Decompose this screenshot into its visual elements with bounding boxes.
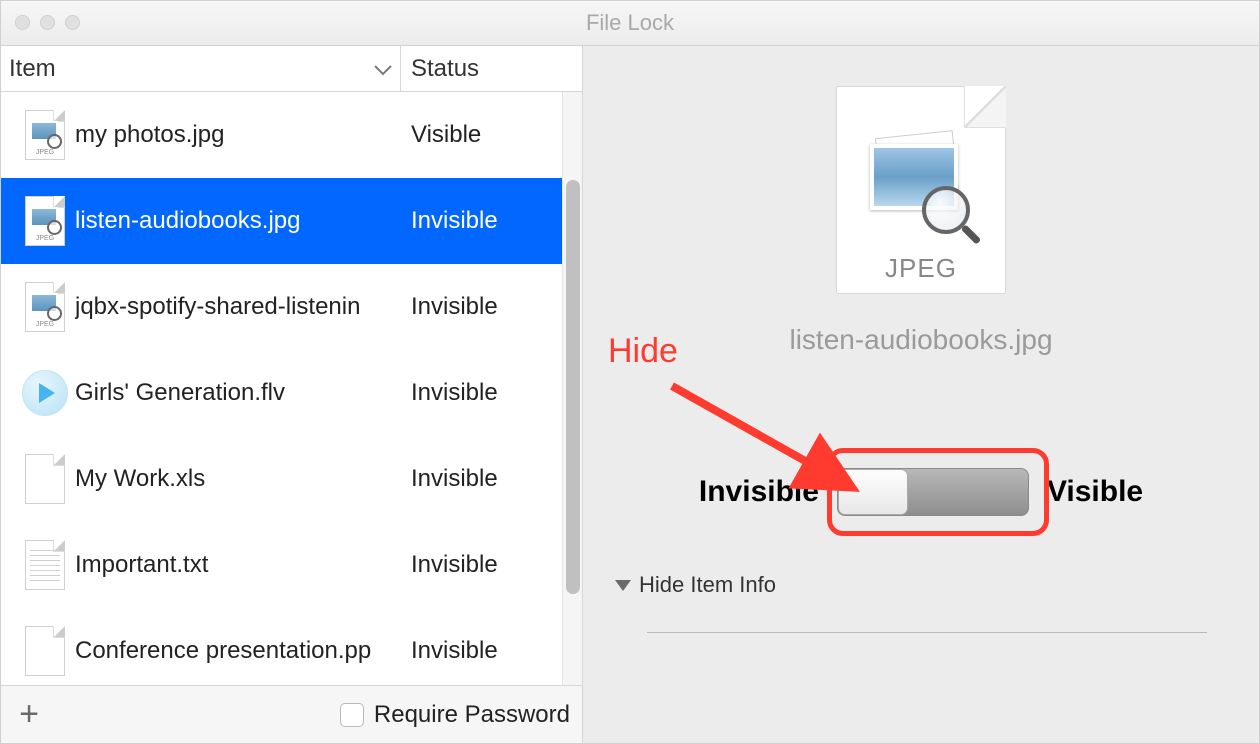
- file-status: Invisible: [399, 637, 582, 665]
- file-name: My Work.xls: [75, 465, 399, 493]
- hide-item-info-label: Hide Item Info: [639, 572, 776, 598]
- require-password-label: Require Password: [374, 701, 570, 729]
- visible-label: Visible: [1047, 475, 1143, 509]
- window-title: File Lock: [1, 10, 1259, 36]
- file-status: Visible: [399, 121, 582, 149]
- file-list-scroll: JPEG my photos.jpg Visible JPEG listen-a…: [1, 92, 582, 685]
- sort-chevron-icon: [374, 55, 392, 83]
- app-window: File Lock Item Status JPEG: [0, 0, 1260, 744]
- bottom-toolbar: + Require Password: [1, 685, 582, 743]
- txt-file-icon: [15, 540, 75, 590]
- file-name: my photos.jpg: [75, 121, 399, 149]
- zoom-window-button[interactable]: [65, 15, 80, 30]
- file-name: Important.txt: [75, 551, 399, 579]
- require-password-checkbox[interactable]: Require Password: [340, 701, 570, 729]
- flv-file-icon: [15, 370, 75, 416]
- file-status: Invisible: [399, 379, 582, 407]
- table-row[interactable]: My Work.xls Invisible: [1, 436, 582, 522]
- pp-file-icon: [15, 626, 75, 676]
- disclosure-triangle-icon: [615, 580, 631, 591]
- table-row[interactable]: JPEG listen-audiobooks.jpg Invisible: [1, 178, 582, 264]
- preview-filename: listen-audiobooks.jpg: [789, 324, 1052, 356]
- table-row[interactable]: Conference presentation.pp Invisible: [1, 608, 582, 685]
- invisible-label: Invisible: [699, 475, 819, 509]
- table-row[interactable]: JPEG my photos.jpg Visible: [1, 92, 582, 178]
- visibility-slider-row: Invisible Visible: [699, 468, 1143, 516]
- scrollbar-track[interactable]: [562, 92, 582, 685]
- file-name: Girls' Generation.flv: [75, 379, 399, 407]
- jpeg-file-icon: JPEG: [15, 110, 75, 160]
- file-preview-icon: JPEG: [836, 86, 1006, 294]
- toggle-knob[interactable]: [838, 469, 908, 515]
- file-status: Invisible: [399, 293, 582, 321]
- column-header-item[interactable]: Item: [1, 46, 401, 91]
- column-header-status[interactable]: Status: [401, 46, 582, 91]
- column-header-status-label: Status: [411, 55, 479, 83]
- titlebar: File Lock: [1, 1, 1259, 46]
- column-header-item-label: Item: [9, 55, 56, 83]
- file-list-pane: Item Status JPEG my photos.jpg: [1, 46, 583, 743]
- add-button[interactable]: +: [13, 699, 45, 731]
- minimize-window-button[interactable]: [40, 15, 55, 30]
- table-row[interactable]: Girls' Generation.flv Invisible: [1, 350, 582, 436]
- table-header: Item Status: [1, 46, 582, 92]
- file-list: JPEG my photos.jpg Visible JPEG listen-a…: [1, 92, 582, 685]
- file-name: Conference presentation.pp: [75, 637, 399, 665]
- filetype-label: JPEG: [836, 253, 1006, 284]
- jpeg-file-icon: JPEG: [15, 282, 75, 332]
- visibility-toggle[interactable]: [837, 468, 1029, 516]
- file-name: jqbx-spotify-shared-listenin: [75, 293, 399, 321]
- table-row[interactable]: Important.txt Invisible: [1, 522, 582, 608]
- file-status: Invisible: [399, 207, 582, 235]
- checkbox-box[interactable]: [340, 703, 364, 727]
- file-status: Invisible: [399, 465, 582, 493]
- window-body: Item Status JPEG my photos.jpg: [1, 46, 1259, 743]
- window-controls: [15, 15, 80, 30]
- scrollbar-thumb[interactable]: [566, 180, 580, 594]
- table-row[interactable]: JPEG jqbx-spotify-shared-listenin Invisi…: [1, 264, 582, 350]
- magnifier-icon: [922, 186, 976, 240]
- info-divider: [647, 632, 1207, 633]
- close-window-button[interactable]: [15, 15, 30, 30]
- preview-pane: JPEG listen-audiobooks.jpg Invisible Vis…: [583, 46, 1259, 743]
- file-name: listen-audiobooks.jpg: [75, 207, 399, 235]
- hide-item-info-toggle[interactable]: Hide Item Info: [615, 572, 776, 598]
- jpeg-file-icon: JPEG: [15, 196, 75, 246]
- file-status: Invisible: [399, 551, 582, 579]
- xls-file-icon: [15, 454, 75, 504]
